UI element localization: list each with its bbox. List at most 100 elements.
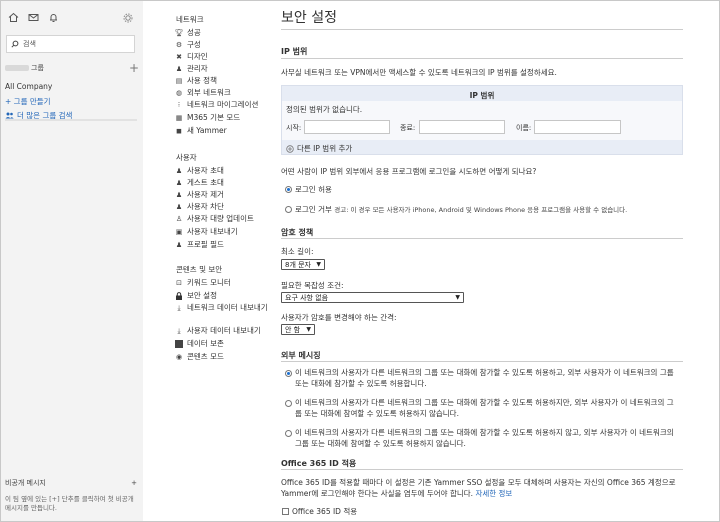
gear-icon[interactable] (123, 13, 133, 25)
eye-icon: ◉ (175, 352, 183, 361)
nav-item-content-mode[interactable]: ◉ 콘텐츠 모드 (175, 351, 224, 362)
chevron-down-icon: ▼ (455, 294, 460, 301)
nav-item-block-users[interactable]: ♟ 사용자 차단 (175, 201, 224, 212)
gear-icon: ⚙ (175, 40, 183, 49)
nav-item-remove-users[interactable]: ♟ 사용자 제거 (175, 189, 224, 200)
more-info-link[interactable]: 자세한 정보 (475, 489, 512, 498)
end-label: 종료: (400, 124, 416, 132)
trophy-icon: 🏆︎ (174, 28, 184, 37)
external-option-1-label: 이 네트워크의 사용자가 다른 네트워크의 그룹 또는 대화에 참가할 수 있도… (295, 368, 674, 388)
nav-item-external-networks[interactable]: ◍ 외부 네트워크 (175, 87, 231, 98)
o365-heading: Office 365 ID 적용 (281, 459, 357, 468)
divider (281, 29, 683, 30)
create-group-label: + 그룹 만들기 (5, 97, 51, 106)
left-rail: 검색 그룹 + All Company + 그룹 만들기 더 많은 그룹 검색 … (1, 1, 143, 521)
ip-range-description: 사무실 네트워크 또는 VPN에서만 액세스할 수 있도록 네트워크의 IP 범… (281, 68, 557, 77)
nav-section-content-security: 콘텐츠 및 보안 (176, 265, 223, 274)
groups-header: 그룹 + (5, 62, 139, 74)
create-group-link[interactable]: + 그룹 만들기 (5, 96, 51, 107)
ip-name-input[interactable] (534, 120, 621, 134)
export-icon: ▣ (175, 227, 183, 236)
nav-item-config[interactable]: ⚙ 구성 (175, 39, 201, 50)
ip-range-table: IP 범위 정의된 범위가 없습니다. 시작: 종료: 이름: 다른 IP 범위… (281, 85, 683, 155)
download-icon: ⤓ (177, 326, 181, 335)
complexity-label: 필요한 복잡성 조건: (281, 281, 344, 290)
ip-range-heading: IP 범위 (281, 47, 308, 56)
nav-item-data-retention[interactable]: 데이터 보존 (175, 338, 224, 349)
nav-item-new-yammer[interactable]: ◼ 새 Yammer (175, 125, 227, 136)
yammer-icon: ◼ (176, 126, 182, 135)
lock-icon (175, 291, 183, 300)
ip-range-table-header: IP 범위 (469, 91, 495, 100)
deny-login-label: 로그인 거부 경고: 이 경우 모든 사용자가 iPhone, Android … (295, 205, 628, 214)
mail-icon[interactable] (27, 11, 39, 23)
nav-item-design[interactable]: ✖ 디자인 (175, 51, 208, 62)
external-option-3-radio[interactable] (285, 430, 292, 437)
nav-item-invite-guests[interactable]: ♟ 게스트 초대 (175, 177, 224, 188)
enforce-o365-checkbox[interactable] (282, 508, 289, 515)
allow-login-label: 로그인 허용 (295, 185, 332, 194)
ip-range-table-body: 정의된 범위가 없습니다. 시작: 종료: 이름: (282, 101, 682, 140)
deny-login-radio[interactable] (285, 206, 292, 213)
external-option-2-label: 이 네트워크의 사용자가 다른 네트워크의 그룹 또는 대화에 참가할 수 있도… (295, 398, 674, 418)
change-interval-select[interactable]: 안 함 ▼ (281, 324, 315, 335)
add-ip-range-label: 다른 IP 범위 추가 (297, 144, 353, 153)
nav-item-m365-mode[interactable]: ▦ M365 기본 모드 (175, 112, 240, 123)
invite-guest-icon: ♟ (175, 178, 183, 187)
groups-label: 그룹 (31, 64, 44, 72)
min-length-select[interactable]: 8개 문자 ▼ (281, 259, 325, 270)
plus-circle-icon (286, 144, 294, 153)
deny-warning: 경고: 이 경우 모든 사용자가 iPhone, Android 및 Windo… (334, 206, 628, 214)
nav-section-network: 네트워크 (176, 15, 204, 24)
start-label: 시작: (286, 124, 302, 132)
nav-item-network-migration[interactable]: ⁝ 네트워크 마이그레이션 (175, 99, 259, 110)
o365-description-line1: Office 365 ID를 적용할 때마다 이 설정은 기존 Yammer S… (281, 478, 676, 487)
horizontal-scrollbar[interactable] (5, 119, 137, 121)
external-option-1-radio[interactable] (285, 370, 292, 377)
block-user-icon: ♟ (175, 202, 183, 211)
nav-item-export-network-data[interactable]: ⤓ 네트워크 데이터 내보내기 (175, 302, 267, 313)
nav-section-users: 사용자 (176, 153, 197, 162)
o365-description-line2: Yammer에 로그인해야 한다는 사실을 염두에 두어야 합니다. 자세한 정… (281, 489, 513, 498)
search-input[interactable]: 검색 (6, 35, 135, 53)
ip-question: 어떤 사람이 IP 범위 외부에서 응용 프로그램에 로그인을 시도하면 어떻게… (281, 167, 537, 176)
nav-item-bulk-update[interactable]: ♙ 사용자 대량 업데이트 (175, 213, 254, 224)
add-message-icon[interactable]: + (131, 478, 137, 488)
page-title: 보안 설정 (281, 10, 337, 26)
ip-start-input[interactable] (304, 120, 390, 134)
nav-item-success[interactable]: 🏆︎ 성공 (175, 27, 201, 38)
nav-item-profile-fields[interactable]: ♟ 프로필 필드 (175, 239, 224, 250)
dm-title: 비공개 메시지 (5, 479, 46, 487)
ip-range-empty-text: 정의된 범위가 없습니다. (286, 105, 363, 114)
group-all-company[interactable]: All Company (5, 82, 52, 91)
nav-item-invite-users[interactable]: ♟ 사용자 초대 (175, 165, 224, 176)
divider (281, 238, 683, 239)
people-icon (5, 112, 14, 119)
allow-login-radio[interactable] (285, 186, 292, 193)
m365-icon: ▦ (175, 113, 183, 122)
search-icon (11, 40, 19, 48)
external-option-2-radio[interactable] (285, 400, 292, 407)
bell-icon[interactable] (47, 11, 59, 23)
admin-icon: ♟ (175, 64, 183, 73)
add-group-icon[interactable]: + (129, 62, 139, 74)
monitor-icon: ⊡ (176, 278, 182, 287)
nav-item-export-user-data[interactable]: ⤓ 사용자 데이터 내보내기 (175, 325, 260, 336)
password-policy-heading: 암호 정책 (281, 228, 314, 237)
divider (281, 469, 683, 470)
download-icon: ⤓ (177, 303, 181, 312)
name-label: 이름: (516, 124, 532, 132)
home-icon[interactable] (7, 11, 19, 23)
ip-end-input[interactable] (419, 120, 505, 134)
complexity-select[interactable]: 요구 사항 없음 ▼ (281, 292, 464, 303)
add-ip-range-button[interactable]: 다른 IP 범위 추가 (286, 143, 352, 154)
min-length-label: 최소 길이: (281, 247, 314, 256)
nav-item-admins[interactable]: ♟ 관리자 (175, 63, 208, 74)
migrate-icon: ⁝ (177, 100, 181, 109)
nav-item-security-settings[interactable]: 보안 설정 (175, 290, 217, 301)
external-messaging-heading: 외부 메시징 (281, 351, 321, 360)
nav-item-export-users[interactable]: ▣ 사용자 내보내기 (175, 226, 238, 237)
nav-item-keyword-monitor[interactable]: ⊡ 키워드 모니터 (175, 277, 231, 288)
retention-icon (175, 339, 183, 348)
nav-item-usage-policy[interactable]: ▤ 사용 정책 (175, 75, 217, 86)
